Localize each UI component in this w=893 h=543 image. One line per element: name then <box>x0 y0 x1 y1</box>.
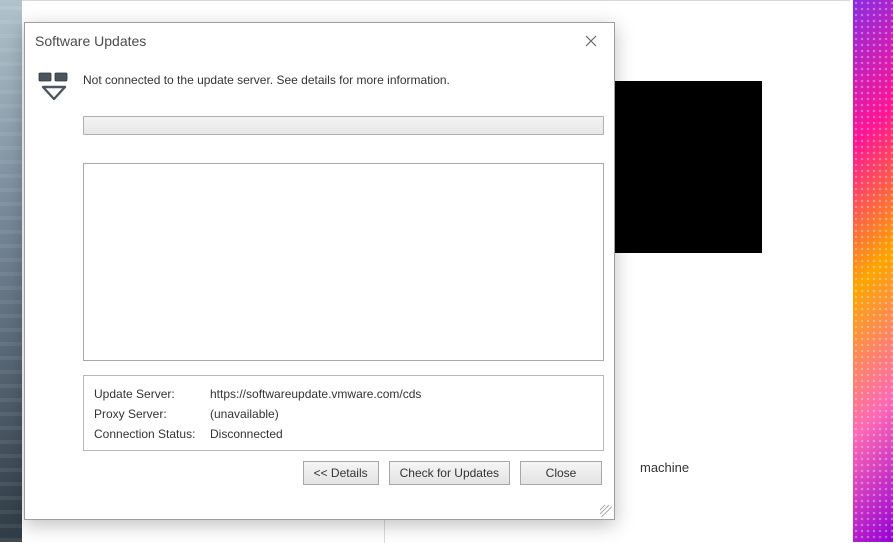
dialog-button-row: << Details Check for Updates Close <box>35 461 604 485</box>
proxy-server-value: (unavailable) <box>210 407 279 421</box>
update-server-label: Update Server: <box>94 387 210 401</box>
titlebar-close-button[interactable] <box>576 27 606 55</box>
resize-grip[interactable] <box>600 505 612 517</box>
status-message: Not connected to the update server. See … <box>83 69 450 87</box>
details-button[interactable]: << Details <box>303 461 379 485</box>
connection-status-value: Disconnected <box>210 427 283 441</box>
log-output[interactable] <box>83 163 604 361</box>
close-icon <box>585 35 597 47</box>
update-icon <box>37 71 71 106</box>
wallpaper-right <box>853 0 893 542</box>
dialog-title: Software Updates <box>35 33 146 49</box>
status-row: Not connected to the update server. See … <box>35 63 604 116</box>
dialog-content: Not connected to the update server. See … <box>25 59 614 519</box>
update-server-row: Update Server: https://softwareupdate.vm… <box>94 384 593 404</box>
connection-details-panel: Update Server: https://softwareupdate.vm… <box>83 375 604 451</box>
update-server-value: https://softwareupdate.vmware.com/cds <box>210 387 421 401</box>
proxy-server-row: Proxy Server: (unavailable) <box>94 404 593 424</box>
wallpaper-left <box>0 0 22 542</box>
close-button[interactable]: Close <box>520 461 602 485</box>
connection-status-label: Connection Status: <box>94 427 210 441</box>
dialog-titlebar[interactable]: Software Updates <box>25 23 614 59</box>
connection-status-row: Connection Status: Disconnected <box>94 424 593 444</box>
check-for-updates-button[interactable]: Check for Updates <box>389 461 510 485</box>
progress-bar <box>83 116 604 135</box>
software-updates-dialog: Software Updates Not connected to the up… <box>24 22 615 520</box>
proxy-server-label: Proxy Server: <box>94 407 210 421</box>
background-text-fragment: machine <box>640 460 689 475</box>
